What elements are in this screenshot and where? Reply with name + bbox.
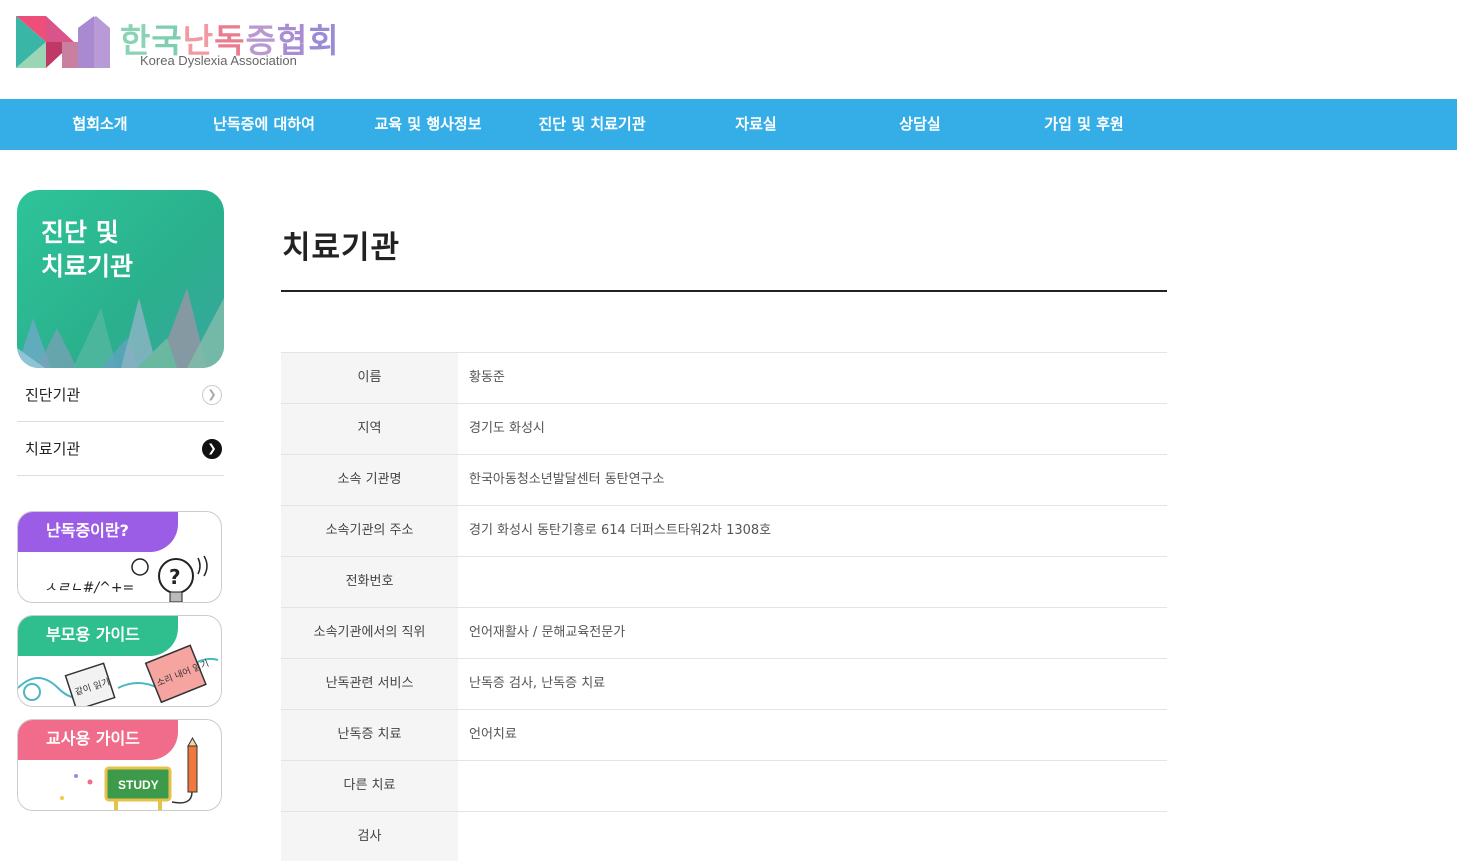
page-title: 치료기관 <box>282 230 401 266</box>
table-row: 전화번호 <box>281 557 1167 608</box>
chevron-right-icon: ❯ <box>202 385 222 405</box>
sidebar-item-diagnosis[interactable]: 진단기관 ❯ <box>17 368 224 422</box>
logo-mark-icon <box>16 16 110 68</box>
table-row: 난독관련 서비스 난독증 검사, 난독증 치료 <box>281 659 1167 710</box>
banner-pattern-icon <box>17 288 224 368</box>
guide-tag: 부모용 가이드 <box>18 616 178 656</box>
logo-char: 회 <box>308 21 340 60</box>
table-row: 난독증 치료 언어치료 <box>281 710 1167 761</box>
row-value: 경기 화성시 동탄기흥로 614 더퍼스트타워2차 1308호 <box>469 523 772 538</box>
row-label: 소속 기관명 <box>281 455 458 505</box>
sidebar-banner: 진단 및 치료기관 <box>17 190 224 368</box>
guide-card-parents[interactable]: 같이 읽기 소리 내어 읽기 부모용 가이드 <box>17 615 222 707</box>
guide-tag: 난독증이란? <box>18 512 178 552</box>
table-row: 다른 치료 <box>281 761 1167 812</box>
row-value <box>458 761 1167 811</box>
main-nav: 협회소개 난독증에 대하여 교육 및 행사정보 진단 및 치료기관 자료실 상담… <box>0 99 1457 150</box>
table-row: 검사 <box>281 812 1167 861</box>
row-value <box>458 812 1167 861</box>
nav-item-institutions[interactable]: 진단 및 치료기관 <box>524 99 660 150</box>
row-label: 다른 치료 <box>281 761 458 811</box>
sidebar-item-treatment[interactable]: 치료기관 ❯ <box>17 422 224 476</box>
row-label: 지역 <box>281 404 458 454</box>
logo-subtitle: Korea Dyslexia Association <box>140 53 297 68</box>
guide-tag: 교사용 가이드 <box>18 720 178 760</box>
row-value: 경기도 화성시 <box>469 421 545 436</box>
row-label: 난독증 치료 <box>281 710 458 760</box>
institution-info-table: 이름 황동준 지역 경기도 화성시 소속 기관명 한국아동청소년발달센터 동탄연… <box>281 352 1167 861</box>
nav-item-join[interactable]: 가입 및 후원 <box>1024 99 1144 150</box>
nav-item-about[interactable]: 협회소개 <box>40 99 160 150</box>
site-logo[interactable]: 한국난독증협회 Korea Dyslexia Association <box>16 14 346 72</box>
row-value: 언어재활사 / 문해교육전문가 <box>469 625 626 640</box>
site-header: 한국난독증협회 Korea Dyslexia Association <box>0 0 1457 99</box>
sidebar-item-label: 치료기관 <box>25 440 81 458</box>
sidebar-banner-title-line: 진단 및 <box>41 218 119 247</box>
row-value: 황동준 <box>469 370 505 385</box>
table-row: 이름 황동준 <box>281 353 1167 404</box>
guide-card-teachers[interactable]: STUDY 교사용 가이드 <box>17 719 222 811</box>
chevron-right-icon: ❯ <box>202 439 222 459</box>
row-label: 이름 <box>281 353 458 403</box>
study-text: STUDY <box>118 778 159 792</box>
row-value: 한국아동청소년발달센터 동탄연구소 <box>469 472 665 487</box>
row-label: 소속기관의 주소 <box>281 506 458 556</box>
doodle-text: ㅅㄹㄴ#/^+= <box>44 580 134 596</box>
row-label: 난독관련 서비스 <box>281 659 458 709</box>
table-row: 소속 기관명 한국아동청소년발달센터 동탄연구소 <box>281 455 1167 506</box>
nav-item-dyslexia[interactable]: 난독증에 대하여 <box>195 99 333 150</box>
row-value: 언어치료 <box>469 727 517 742</box>
row-value <box>458 557 1167 607</box>
sidebar-banner-title: 진단 및 치료기관 <box>41 216 133 284</box>
svg-text:?: ? <box>169 565 181 589</box>
title-divider <box>281 290 1167 292</box>
row-label: 전화번호 <box>281 557 458 607</box>
sidebar-item-label: 진단기관 <box>25 386 81 404</box>
guide-card-what-is-dyslexia[interactable]: ㅅㄹㄴ#/^+= ? 난독증이란? <box>17 511 222 603</box>
row-label: 검사 <box>281 812 458 861</box>
nav-item-counseling[interactable]: 상담실 <box>870 99 970 150</box>
row-value: 난독증 검사, 난독증 치료 <box>469 676 606 691</box>
nav-item-library[interactable]: 자료실 <box>706 99 806 150</box>
table-row: 소속기관에서의 직위 언어재활사 / 문해교육전문가 <box>281 608 1167 659</box>
table-row: 소속기관의 주소 경기 화성시 동탄기흥로 614 더퍼스트타워2차 1308호 <box>281 506 1167 557</box>
sidebar-menu: 진단기관 ❯ 치료기관 ❯ <box>17 368 224 476</box>
row-label: 소속기관에서의 직위 <box>281 608 458 658</box>
table-row: 지역 경기도 화성시 <box>281 404 1167 455</box>
nav-item-education[interactable]: 교육 및 행사정보 <box>360 99 496 150</box>
